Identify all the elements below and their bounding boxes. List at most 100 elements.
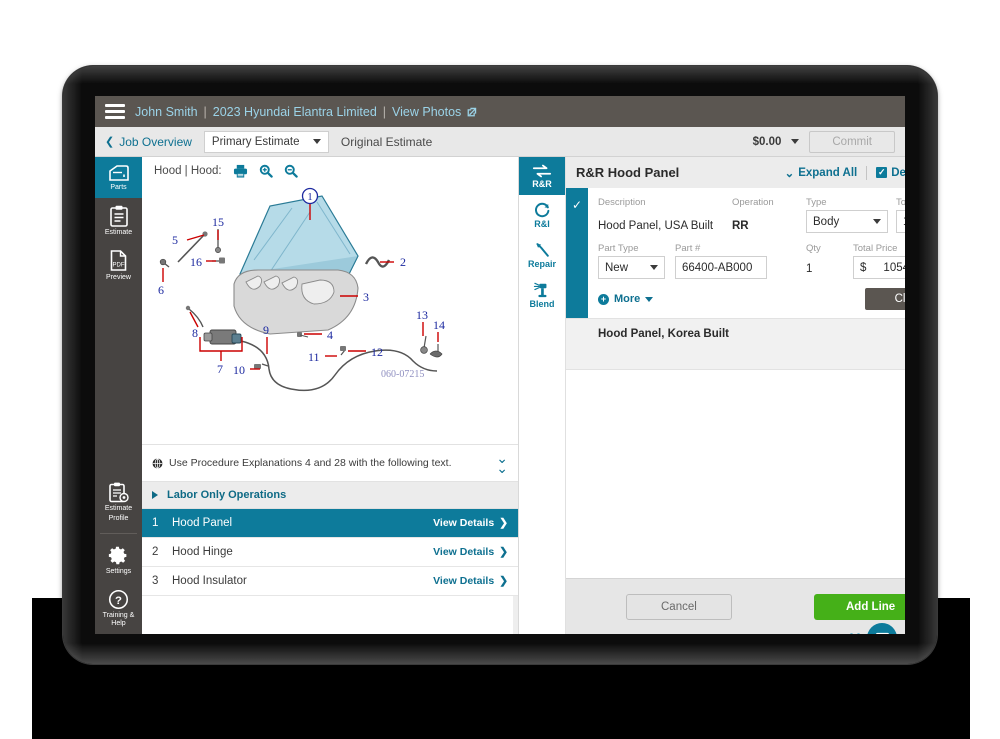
nav-repair[interactable]: Repair (519, 235, 565, 275)
alternate-part-row[interactable]: Hood Panel, Korea Built Total Units 1.2 (566, 318, 905, 370)
type-field: Type Body (806, 197, 896, 233)
double-chevron-down-icon[interactable]: ⌄ ⌄ (496, 451, 508, 475)
sidebar-item-parts-label: Parts (110, 184, 127, 191)
part-number-input[interactable]: 66400-AB000 (675, 256, 767, 279)
more-toggle[interactable]: + More (598, 293, 654, 305)
operation-row-1[interactable]: 1 Hood Panel View Details ❯ (142, 509, 518, 538)
breadcrumb-separator-1: | (203, 104, 207, 119)
hamburger-icon[interactable] (105, 104, 125, 119)
operations-scrollbar-track[interactable] (513, 596, 518, 634)
description-field: Description Hood Panel, USA Built (598, 197, 732, 233)
total-amount: $0.00 (752, 135, 782, 148)
right-panel-footer: Cancel Add Line (566, 578, 905, 634)
amount-dropdown-icon[interactable] (791, 139, 800, 144)
operation-row-2[interactable]: 2 Hood Hinge View Details ❯ (142, 538, 518, 567)
job-overview-back-button[interactable]: ❮ Job Overview (105, 135, 192, 149)
part-number-label: Part # (675, 243, 701, 254)
nav-blend-label: Blend (529, 299, 555, 309)
zoom-in-icon[interactable] (259, 164, 273, 178)
expand-all-button[interactable]: ⌄ Expand All (785, 166, 858, 180)
deselect-all-button[interactable]: ✓ Deselect All (876, 167, 905, 179)
nav-rr[interactable]: R&R (519, 157, 565, 195)
line-item-fields: Description Hood Panel, USA Built Operat… (588, 188, 905, 318)
sidebar-item-preview-label: Preview (106, 274, 131, 281)
svg-text:9: 9 (263, 323, 269, 337)
app-header: John Smith | 2023 Hyundai Elantra Limite… (95, 96, 905, 127)
chevron-down-icon (312, 139, 321, 144)
operation-label: Operation (732, 197, 774, 208)
page-root: John Smith | 2023 Hyundai Elantra Limite… (0, 0, 1000, 739)
total-units-field: Total Units 1.2 (896, 197, 905, 233)
operation-row-3-view-details[interactable]: View Details ❯ (433, 575, 508, 587)
currency-symbol: $ (860, 261, 867, 274)
description-value: Hood Panel, USA Built (598, 220, 714, 232)
operation-row-3-number: 3 (152, 575, 159, 587)
parts-diagram-column: Hood | Hood: 1 2 3 4 5 6 7 8 9 10 11 12 … (142, 157, 519, 634)
add-line-button[interactable]: Add Line (814, 593, 905, 620)
line-item-selected-check[interactable]: ✓ (566, 188, 588, 318)
type-select-value: Body (813, 215, 840, 228)
sidebar-divider (100, 533, 137, 534)
sidebar-item-preview[interactable]: PDF Preview (95, 243, 142, 288)
tablet-device: John Smith | 2023 Hyundai Elantra Limite… (63, 66, 937, 664)
svg-text:3: 3 (363, 290, 369, 304)
operation-row-2-number: 2 (152, 546, 159, 558)
operation-row-3-name: Hood Insulator (172, 575, 247, 587)
operations-list-filler (142, 596, 518, 634)
plus-circle-icon: + (598, 293, 609, 305)
hammer-icon (535, 243, 549, 257)
svg-text:1: 1 (307, 191, 313, 203)
close-button[interactable]: Close (864, 288, 905, 310)
total-price-input[interactable]: $ 1054.56 (853, 256, 905, 279)
question-circle-icon: ? (108, 589, 129, 610)
sidebar-item-estimate-profile-label-1: Estimate (104, 505, 133, 512)
operation-value: RR (732, 220, 749, 232)
sidebar-item-parts[interactable]: Parts (95, 157, 142, 198)
line-item-row-3: + More Close (598, 288, 905, 310)
estimate-select[interactable]: Primary Estimate (203, 130, 329, 153)
operation-row-1-number: 1 (152, 517, 159, 529)
operation-row-2-view-details[interactable]: View Details ❯ (433, 546, 508, 558)
svg-text:4: 4 (327, 328, 333, 342)
parts-diagram[interactable]: 1 2 3 4 5 6 7 8 9 10 11 12 13 14 15 16 0… (142, 184, 518, 444)
grip-dots-icon[interactable] (850, 633, 861, 634)
svg-text:16: 16 (190, 255, 202, 269)
part-type-select[interactable]: New (598, 256, 665, 279)
sidebar-item-settings-label: Settings (105, 568, 132, 575)
type-label: Type (806, 197, 827, 208)
cancel-button[interactable]: Cancel (626, 593, 732, 620)
alternate-part-name: Hood Panel, Korea Built (598, 328, 729, 340)
svg-text:?: ? (115, 595, 122, 607)
type-select[interactable]: Body (806, 210, 888, 233)
external-link-icon (467, 107, 477, 116)
breadcrumb-separator-2: | (382, 104, 387, 119)
view-photos-link[interactable]: View Photos (392, 105, 461, 119)
sidebar-item-estimate-profile-label-2: Profile (108, 515, 129, 522)
zoom-out-icon[interactable] (284, 164, 298, 178)
tablet-screen: John Smith | 2023 Hyundai Elantra Limite… (95, 96, 905, 634)
printer-icon[interactable] (233, 164, 248, 178)
nav-blend[interactable]: Blend (519, 275, 565, 315)
line-item-row-2: Part Type New Part # 66400-AB000 Qty 1 T… (598, 243, 905, 279)
sidebar-item-training-help[interactable]: ? Training & Help (95, 582, 142, 634)
labor-only-operations-group[interactable]: Labor Only Operations (142, 482, 518, 509)
operation-row-3[interactable]: 3 Hood Insulator View Details ❯ (142, 567, 518, 596)
line-item-row-1: Description Hood Panel, USA Built Operat… (598, 197, 905, 233)
sidebar-item-estimate[interactable]: Estimate (95, 198, 142, 243)
operation-row-1-view-details[interactable]: View Details ❯ (433, 517, 508, 529)
sidebar-item-settings[interactable]: Settings (95, 538, 142, 582)
rr-detail-panel: R&R Hood Panel ⌄ Expand All ✓ Deselect A… (565, 157, 905, 634)
sidebar-item-estimate-profile[interactable]: Estimate Profile (95, 475, 142, 529)
commit-button[interactable]: Commit (809, 130, 895, 153)
rr-panel-actions: ⌄ Expand All ✓ Deselect All (785, 165, 905, 180)
sub-toolbar-right: $0.00 Commit (752, 130, 895, 153)
procedure-note-text: Use Procedure Explanations 4 and 28 with… (169, 457, 452, 469)
checkbox-checked-icon: ✓ (876, 167, 888, 178)
qty-value: 1 (806, 263, 813, 275)
expand-all-label: Expand All (798, 166, 858, 179)
svg-text:8: 8 (192, 326, 198, 340)
diagram-toolbar-icons (233, 164, 298, 178)
procedure-note[interactable]: Use Procedure Explanations 4 and 28 with… (142, 444, 518, 482)
total-units-input[interactable]: 1.2 (896, 210, 905, 233)
nav-ri[interactable]: R&I (519, 195, 565, 235)
